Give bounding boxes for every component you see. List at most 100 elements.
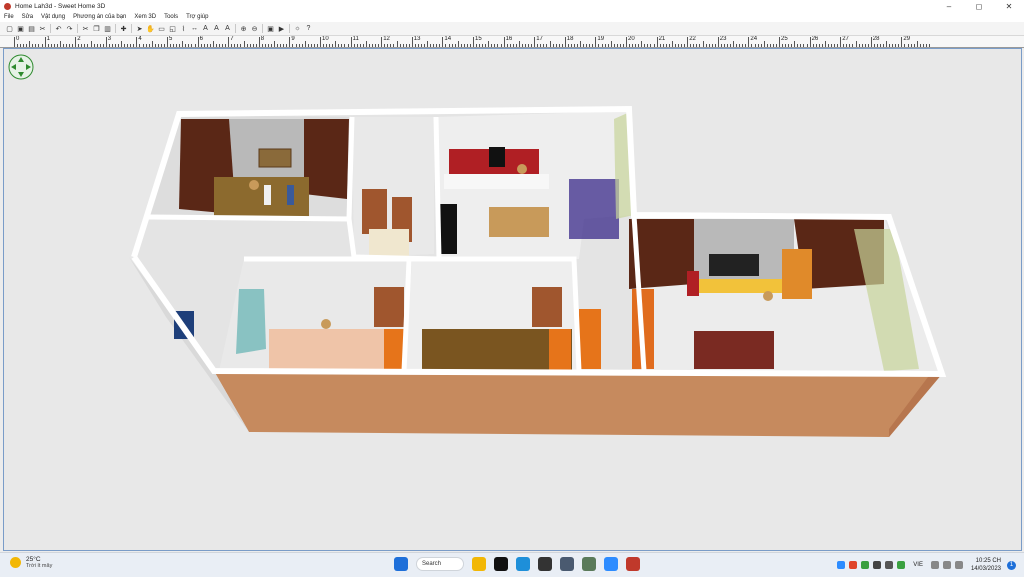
ruler-tick <box>901 37 903 47</box>
battery-icon[interactable] <box>954 561 963 569</box>
new-icon[interactable]: ▢ <box>5 24 14 33</box>
ruler-minor-tick <box>895 44 897 47</box>
ruler[interactable]: 0 1 2 3 4 5 6 7 8 9 10 11 12 13 14 15 16 17 18 19 20 21 22 23 24… <box>0 36 1024 48</box>
weather-temperature: 25°C <box>26 556 41 563</box>
create-rooms-icon[interactable]: ◱ <box>168 24 177 33</box>
ruler-minor-tick <box>485 44 487 47</box>
ruler-minor-tick <box>280 44 282 47</box>
ruler-minor-tick <box>549 41 551 47</box>
create-polylines-icon[interactable]: ⌇ <box>179 24 188 33</box>
ruler-minor-tick <box>827 44 829 47</box>
sweet-home-3d-taskbar-icon[interactable] <box>626 557 640 571</box>
windows-start-icon[interactable] <box>394 557 408 571</box>
notification-badge[interactable]: 1 <box>1007 560 1016 570</box>
copy-icon[interactable]: ❐ <box>92 24 101 33</box>
save-icon[interactable]: ▤ <box>27 24 36 33</box>
create-video-icon[interactable]: ▶ <box>277 24 286 33</box>
ruler-minor-tick <box>494 44 496 47</box>
ruler-minor-tick <box>362 44 364 47</box>
tray-app-icon[interactable] <box>873 561 882 569</box>
volume-icon[interactable] <box>942 561 951 569</box>
preferences-icon[interactable]: ☼ <box>293 24 302 33</box>
ruler-minor-tick <box>751 44 753 47</box>
edge-icon[interactable] <box>516 557 530 571</box>
ruler-minor-tick <box>249 44 251 47</box>
ruler-minor-tick <box>580 41 582 47</box>
file-explorer-icon[interactable] <box>472 557 486 571</box>
ruler-minor-tick <box>622 44 624 47</box>
close-button[interactable]: ✕ <box>994 0 1024 12</box>
weather-widget[interactable]: 25°C Trời ít mây <box>10 556 52 569</box>
create-photo-icon[interactable]: ▣ <box>266 24 275 33</box>
menu-furniture[interactable]: Vật dụng <box>37 14 69 20</box>
ruler-minor-tick <box>528 44 530 47</box>
ruler-minor-tick <box>668 44 670 47</box>
minimize-button[interactable]: – <box>934 0 964 12</box>
paste-icon[interactable]: ▥ <box>103 24 112 33</box>
create-dimensions-icon[interactable]: ↔ <box>190 24 199 33</box>
add-furniture-icon[interactable]: ✚ <box>119 24 128 33</box>
ruler-minor-tick <box>87 44 89 47</box>
add-text-icon[interactable]: A <box>201 24 210 33</box>
ruler-minor-tick <box>335 41 337 47</box>
3d-house-render[interactable] <box>4 49 1021 550</box>
store-icon[interactable] <box>538 557 552 571</box>
menu-tools[interactable]: Tools <box>160 14 182 20</box>
ruler-minor-tick <box>408 44 410 47</box>
ruler-label: 13 <box>413 36 421 42</box>
ruler-minor-tick <box>17 44 19 47</box>
zoom-out-icon[interactable]: ⊖ <box>250 24 259 33</box>
ruler-minor-tick <box>246 44 248 47</box>
cut2-icon[interactable]: ✂ <box>81 24 90 33</box>
ruler-minor-tick <box>102 44 104 47</box>
ruler-minor-tick <box>662 44 664 47</box>
open-icon[interactable]: ▣ <box>16 24 25 33</box>
ruler-label: 23 <box>719 36 727 42</box>
ruler-minor-tick <box>815 44 817 47</box>
menu-file[interactable]: File <box>0 14 18 20</box>
tray-app-icon[interactable] <box>861 561 870 569</box>
menu-help[interactable]: Trợ giúp <box>182 14 212 20</box>
wifi-icon[interactable] <box>930 561 939 569</box>
create-walls-icon[interactable]: ▭ <box>157 24 166 33</box>
tray-app-icon[interactable] <box>897 561 906 569</box>
language-indicator[interactable]: VIE <box>913 562 923 568</box>
increase-text-icon[interactable]: A <box>212 24 221 33</box>
3d-view[interactable] <box>3 48 1022 551</box>
ruler-minor-tick <box>714 44 716 47</box>
zoom-in-icon[interactable]: ⊕ <box>239 24 248 33</box>
tiktok-icon[interactable] <box>494 557 508 571</box>
menu-edit[interactable]: Sửa <box>18 14 37 20</box>
ruler-minor-tick <box>561 44 563 47</box>
ruler-tick <box>564 37 566 47</box>
ruler-minor-tick <box>583 44 585 47</box>
navigation-arrows-icon[interactable] <box>8 54 34 85</box>
ruler-minor-tick <box>130 44 132 47</box>
tray-app-icon[interactable] <box>849 561 858 569</box>
tray-app-icon[interactable] <box>837 561 846 569</box>
redo-icon[interactable]: ↷ <box>65 24 74 33</box>
photos-icon[interactable] <box>582 557 596 571</box>
zoom-icon[interactable] <box>604 557 618 571</box>
pan-icon[interactable]: ✋ <box>146 24 155 33</box>
ruler-minor-tick <box>653 44 655 47</box>
weather-description: Trời ít mây <box>26 563 53 569</box>
undo-icon[interactable]: ↶ <box>54 24 63 33</box>
ruler-minor-tick <box>433 44 435 47</box>
decrease-text-icon[interactable]: A <box>223 24 232 33</box>
clock[interactable]: 10:25 CH 14/03/2023 <box>971 557 1001 573</box>
app-icon[interactable] <box>560 557 574 571</box>
help-icon[interactable]: ? <box>304 24 313 33</box>
kitchen-counter <box>444 174 549 189</box>
menu-plan[interactable]: Phương án của bạn <box>69 14 130 20</box>
ruler-minor-tick <box>772 44 774 47</box>
orange-cabinet <box>549 329 571 371</box>
cut-icon[interactable]: ✂ <box>38 24 47 33</box>
ruler-minor-tick <box>261 44 263 47</box>
tray-app-icon[interactable] <box>885 561 894 569</box>
menu-3d-view[interactable]: Xem 3D <box>130 14 160 20</box>
select-icon[interactable]: ➤ <box>135 24 144 33</box>
bedroom2-tile-floor <box>269 329 389 369</box>
search-button[interactable]: Search <box>416 557 464 571</box>
maximize-button[interactable]: ◻ <box>964 0 994 12</box>
